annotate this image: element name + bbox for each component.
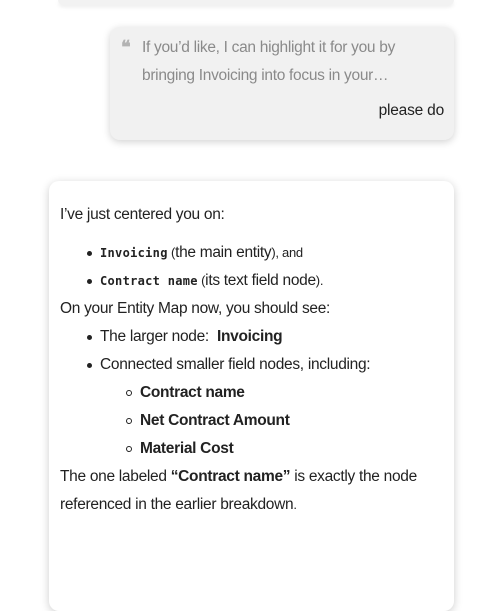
field-code: Contract name [100,274,198,288]
entity-map-paragraph: On your Entity Map now, you should see: [60,300,331,317]
list-item: Connected smaller field nodes, including… [87,351,445,463]
larger-node-name: Invoicing [216,328,283,345]
closing-paragraph: The one labeled “Contract name” is exact… [60,468,417,513]
entity-code: Invoicing [100,246,168,260]
previous-message-edge [58,0,454,5]
highlighted-node: “Contract name” [170,468,291,485]
list-item: Invoicing (the main entity), and [87,239,445,267]
user-reply-text: please do [378,102,445,119]
field-nodes-list: Contract name Net Contract Amount Materi… [100,379,445,463]
intro-paragraph: I’ve just centered you on: [60,206,225,223]
field-node-item: Material Cost [126,435,445,463]
assistant-message-content: I’ve just centered you on: Invoicing (th… [60,201,445,519]
field-node-item: Contract name [126,379,445,407]
field-node-item: Net Contract Amount [126,407,445,435]
quoted-text: If you’d like, I can highlight it for yo… [142,39,396,84]
entity-map-list: The larger node: Invoicing Connected sma… [60,323,445,463]
centered-items-list: Invoicing (the main entity), and Contrac… [60,239,445,295]
list-item: The larger node: Invoicing [87,323,445,351]
list-item: Contract name (its text field node). [87,267,445,295]
quote-icon: ❝ [121,37,131,58]
assistant-message-card: I’ve just centered you on: Invoicing (th… [49,181,454,611]
user-message-bubble: ❝ If you’d like, I can highlight it for … [110,27,454,140]
